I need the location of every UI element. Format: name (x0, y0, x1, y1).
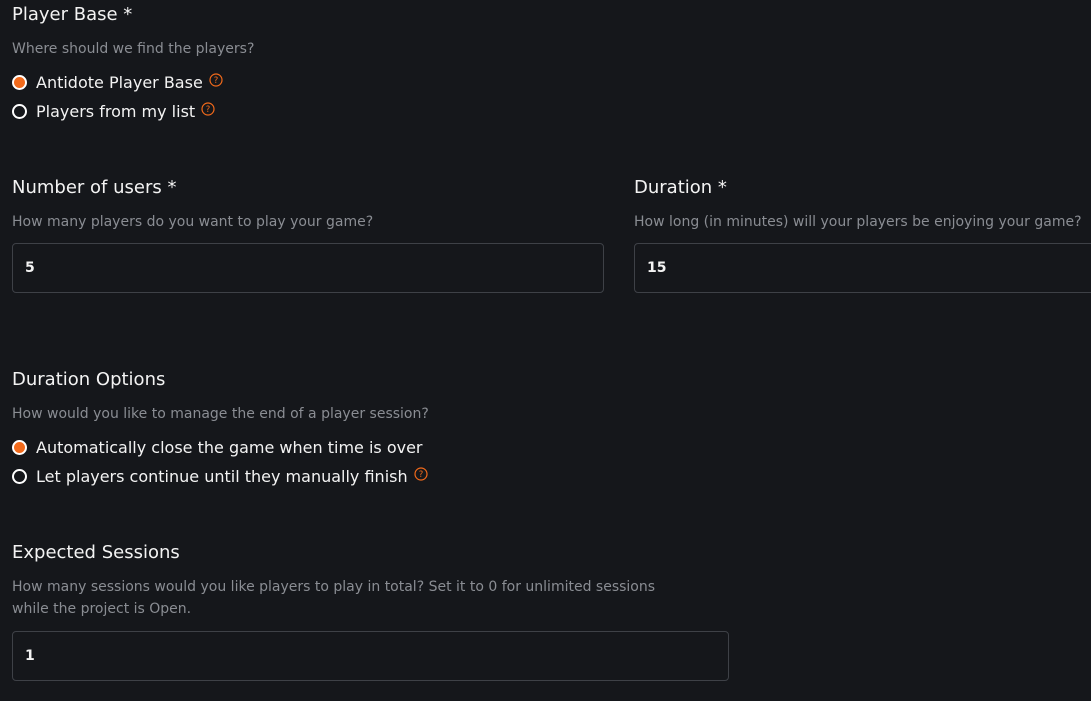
duration-options-description: How would you like to manage the end of … (12, 406, 429, 422)
expected-sessions-description-line2: while the project is Open. (12, 601, 192, 617)
expected-sessions-input[interactable]: 1 (12, 631, 729, 681)
number-of-users-input[interactable]: 5 (12, 243, 604, 293)
number-of-users-title: Number of users * (12, 177, 177, 198)
expected-sessions-section: Expected Sessions (12, 542, 180, 564)
duration-options-title: Duration Options (12, 369, 166, 390)
expected-sessions-title: Expected Sessions (12, 542, 180, 563)
expected-sessions-description-wrap: How many sessions would you like players… (12, 576, 655, 620)
number-of-users-value: 5 (25, 260, 35, 276)
radio-button-selected[interactable] (12, 74, 27, 90)
radio-label: Players from my list (36, 101, 196, 121)
number-of-users-description-wrap: How many players do you want to play you… (12, 211, 373, 233)
duration-value: 15 (647, 260, 667, 276)
duration-input[interactable]: 15 (634, 243, 1091, 293)
number-of-users-description: How many players do you want to play you… (12, 214, 374, 230)
duration-options-section: Duration Options (12, 369, 165, 391)
duration-description: How long (in minutes) will your players … (634, 214, 1082, 230)
radio-label: Antidote Player Base (36, 72, 203, 92)
radio-label: Let players continue until they manually… (36, 466, 408, 486)
number-of-users-section: Number of users * (12, 177, 176, 199)
duration-options-description-wrap: How would you like to manage the end of … (12, 403, 429, 425)
radio-button-unselected[interactable] (12, 103, 27, 119)
svg-text:?: ? (214, 76, 219, 86)
expected-sessions-description-line1: How many sessions would you like players… (12, 579, 656, 595)
radio-option-manual-finish[interactable]: Let players continue until they manually… (12, 464, 428, 488)
radio-option-antidote-player-base[interactable]: Antidote Player Base ? (12, 70, 223, 94)
radio-button-unselected[interactable] (12, 468, 27, 484)
svg-text:?: ? (206, 105, 211, 115)
player-base-title: Player Base * (12, 4, 133, 25)
expected-sessions-value: 1 (25, 648, 35, 664)
question-circle-icon[interactable]: ? (209, 73, 223, 87)
radio-button-selected[interactable] (12, 439, 27, 455)
player-base-description-wrap: Where should we find the players? (12, 38, 254, 60)
svg-text:?: ? (418, 470, 423, 480)
radio-label: Automatically close the game when time i… (36, 437, 423, 457)
question-circle-icon[interactable]: ? (201, 102, 215, 116)
duration-section: Duration * (634, 177, 727, 199)
radio-option-players-from-my-list[interactable]: Players from my list ? (12, 99, 215, 123)
player-base-section: Player Base * (12, 4, 132, 26)
duration-description-wrap: How long (in minutes) will your players … (634, 211, 1082, 233)
radio-option-auto-close[interactable]: Automatically close the game when time i… (12, 435, 423, 459)
duration-title: Duration * (634, 177, 727, 198)
player-base-description: Where should we find the players? (12, 41, 255, 57)
question-circle-icon[interactable]: ? (414, 467, 428, 481)
